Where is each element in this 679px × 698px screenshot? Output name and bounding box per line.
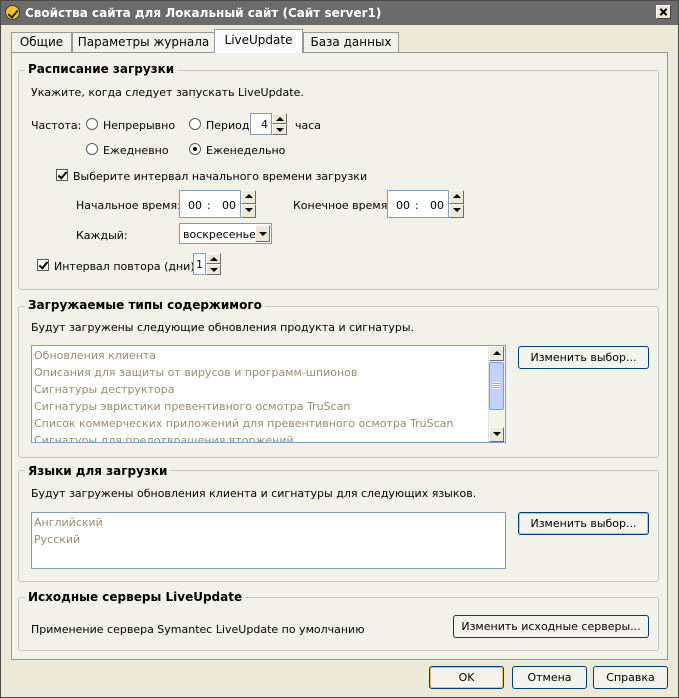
languages-hint: Будут загружены обновления клиента и сиг… bbox=[31, 487, 477, 500]
content-types-hint: Будут загружены следующие обновления про… bbox=[31, 321, 415, 334]
repeat-checkbox-label: Интервал повтора (дни): bbox=[54, 260, 199, 273]
list-item[interactable]: Сигнатуры для предотвращения вторжений bbox=[34, 432, 294, 442]
ok-button[interactable]: OK bbox=[429, 666, 504, 689]
radio-weekly-label: Еженедельно bbox=[206, 144, 286, 157]
spin-down-icon[interactable] bbox=[241, 204, 256, 218]
liveupdate-panel: Расписание загрузки Укажите, когда следу… bbox=[11, 52, 668, 660]
tab-database-label: База данных bbox=[310, 35, 392, 49]
weekday-select[interactable]: воскресенье bbox=[179, 223, 272, 244]
radio-weekly[interactable] bbox=[189, 143, 201, 155]
content-list-scrollbar[interactable] bbox=[488, 346, 505, 442]
app-shield-icon bbox=[5, 5, 20, 20]
radio-period-label: Период bbox=[206, 119, 250, 132]
chevron-down-icon[interactable] bbox=[255, 225, 270, 242]
scroll-thumb[interactable] bbox=[489, 362, 504, 410]
period-input[interactable]: 4 bbox=[250, 113, 272, 135]
tab-general-label: Общие bbox=[19, 35, 64, 49]
end-time-spinner[interactable] bbox=[449, 190, 464, 218]
title-bar: Свойства сайта для Локальный сайт (Сайт … bbox=[1, 1, 678, 25]
content-types-title: Загружаемые типы содержимого bbox=[25, 298, 265, 312]
close-button[interactable] bbox=[656, 5, 671, 19]
servers-hint: Применение сервера Symantec LiveUpdate п… bbox=[31, 623, 365, 636]
list-item[interactable]: Список коммерческих приложений для преве… bbox=[34, 415, 453, 432]
list-item[interactable]: Русский bbox=[34, 531, 80, 548]
period-value: 4 bbox=[261, 118, 268, 131]
end-minute: 00 bbox=[430, 199, 444, 212]
languages-list[interactable]: Английский Русский bbox=[31, 512, 506, 569]
interval-checkbox[interactable] bbox=[56, 169, 68, 181]
languages-title: Языки для загрузки bbox=[25, 464, 171, 478]
spin-down-icon[interactable] bbox=[206, 264, 221, 275]
period-unit: часа bbox=[295, 119, 322, 132]
schedule-hint: Укажите, когда следует запускать LiveUpd… bbox=[31, 86, 304, 99]
radio-continuous-label: Непрерывно bbox=[103, 119, 176, 132]
tab-log-settings[interactable]: Параметры журнала bbox=[72, 32, 215, 52]
start-sep: : bbox=[207, 199, 211, 212]
tab-general[interactable]: Общие bbox=[11, 32, 72, 52]
repeat-value: 1 bbox=[196, 258, 203, 271]
radio-daily[interactable] bbox=[86, 143, 98, 155]
list-item[interactable]: Описания для защиты от вирусов и програм… bbox=[34, 364, 357, 381]
end-time-label: Конечное время: bbox=[293, 199, 392, 212]
spin-up-icon[interactable] bbox=[241, 190, 256, 204]
end-sep: : bbox=[415, 199, 419, 212]
repeat-checkbox[interactable] bbox=[37, 259, 49, 271]
list-item[interactable]: Сигнатуры эвристики превентивного осмотр… bbox=[34, 398, 350, 415]
every-label: Каждый: bbox=[76, 229, 128, 242]
cancel-button[interactable]: Отмена bbox=[512, 666, 587, 689]
spin-up-icon[interactable] bbox=[272, 113, 287, 124]
tab-database[interactable]: База данных bbox=[303, 32, 399, 52]
start-minute: 00 bbox=[222, 199, 236, 212]
servers-title: Исходные серверы LiveUpdate bbox=[25, 590, 246, 604]
scroll-up-icon[interactable] bbox=[489, 346, 504, 361]
interval-checkbox-label: Выберите интервал начального времени заг… bbox=[73, 170, 368, 183]
change-source-servers-button[interactable]: Изменить исходные серверы... bbox=[453, 615, 649, 638]
tab-liveupdate[interactable]: LiveUpdate bbox=[214, 29, 303, 53]
end-hour: 00 bbox=[396, 199, 410, 212]
schedule-title: Расписание загрузки bbox=[25, 62, 178, 76]
list-item[interactable]: Сигнатуры деструктора bbox=[34, 381, 174, 398]
window-title: Свойства сайта для Локальный сайт (Сайт … bbox=[25, 6, 382, 20]
weekday-value: воскресенье bbox=[183, 228, 256, 241]
start-hour: 00 bbox=[188, 199, 202, 212]
spin-down-icon[interactable] bbox=[449, 204, 464, 218]
start-time-label: Начальное время: bbox=[76, 199, 181, 212]
radio-period[interactable] bbox=[189, 118, 201, 130]
frequency-label: Частота: bbox=[31, 119, 82, 132]
repeat-input[interactable]: 1 bbox=[193, 253, 206, 275]
spin-up-icon[interactable] bbox=[449, 190, 464, 204]
spin-down-icon[interactable] bbox=[272, 124, 287, 135]
start-time-spinner[interactable] bbox=[241, 190, 256, 218]
help-button[interactable]: Справка bbox=[593, 666, 668, 689]
spin-up-icon[interactable] bbox=[206, 253, 221, 264]
period-spinner[interactable] bbox=[272, 113, 287, 135]
tab-liveupdate-label: LiveUpdate bbox=[224, 33, 293, 47]
radio-continuous[interactable] bbox=[86, 118, 98, 130]
repeat-spinner[interactable] bbox=[206, 253, 221, 275]
list-item[interactable]: Английский bbox=[34, 514, 103, 531]
start-time-input[interactable]: 00 : 00 bbox=[179, 190, 241, 218]
content-types-list[interactable]: Обновления клиента Описания для защиты о… bbox=[31, 345, 506, 443]
content-change-selection-button[interactable]: Изменить выбор... bbox=[518, 346, 649, 369]
radio-daily-label: Ежедневно bbox=[103, 144, 169, 157]
tab-log-settings-label: Параметры журнала bbox=[77, 35, 210, 49]
languages-change-selection-button[interactable]: Изменить выбор... bbox=[518, 512, 649, 535]
list-item[interactable]: Обновления клиента bbox=[34, 347, 156, 364]
properties-dialog: Свойства сайта для Локальный сайт (Сайт … bbox=[0, 0, 679, 698]
end-time-input[interactable]: 00 : 00 bbox=[387, 190, 449, 218]
scroll-down-icon[interactable] bbox=[489, 427, 504, 442]
